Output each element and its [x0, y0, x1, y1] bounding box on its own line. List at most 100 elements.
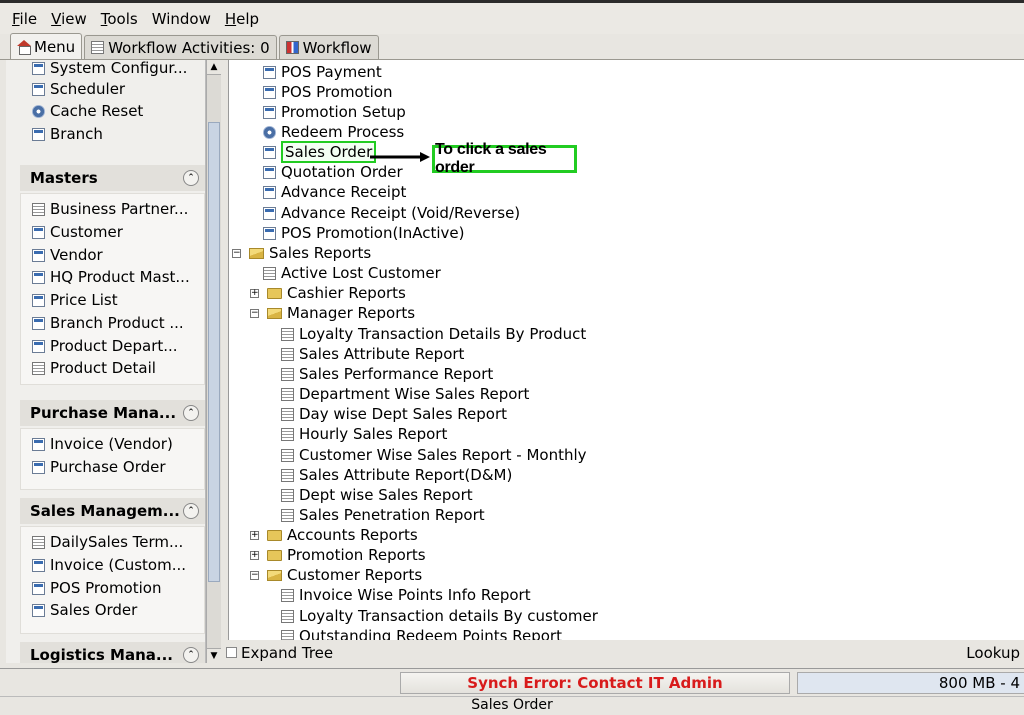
- scroll-thumb[interactable]: [208, 122, 220, 582]
- tree-item-report[interactable]: Dept wise Sales Report: [281, 485, 473, 505]
- sidebar-item-invoice-vendor[interactable]: Invoice (Vendor): [32, 433, 173, 455]
- sidebar-item-price-list[interactable]: Price List: [32, 289, 118, 311]
- lookup-label[interactable]: Lookup: [966, 644, 1020, 662]
- tree-item-label: Day wise Dept Sales Report: [299, 405, 508, 423]
- tree-item-label: POS Payment: [281, 63, 382, 81]
- collapse-toggle-icon[interactable]: −: [250, 570, 259, 580]
- tree-item-report[interactable]: Day wise Dept Sales Report: [281, 404, 507, 424]
- tree-item-quotation-order[interactable]: Quotation Order: [263, 162, 403, 182]
- tree-folder-sales-reports[interactable]: − Sales Reports: [232, 243, 371, 263]
- activities-icon: [91, 41, 105, 54]
- sidebar-item-branch-product[interactable]: Branch Product ...: [32, 312, 184, 334]
- tree-item-report[interactable]: Department Wise Sales Report: [281, 384, 529, 404]
- sidebar-item-label: Purchase Order: [50, 458, 166, 476]
- masters-header[interactable]: Masters ⌃: [20, 165, 205, 191]
- sidebar-item-purchase-order[interactable]: Purchase Order: [32, 456, 166, 478]
- expand-toggle-icon[interactable]: +: [250, 550, 259, 560]
- tree-folder-label: Cashier Reports: [287, 284, 406, 302]
- sidebar-item-cache-reset[interactable]: Cache Reset: [32, 100, 143, 122]
- tree-item-label: Sales Order: [281, 141, 377, 163]
- scroll-down-icon[interactable]: ▼: [207, 648, 221, 663]
- window-icon: [32, 127, 45, 141]
- sidebar-item-pos-promotion[interactable]: POS Promotion: [32, 577, 161, 599]
- tree-item-report[interactable]: Loyalty Transaction Details By Product: [281, 324, 586, 344]
- tree-item-advance-receipt[interactable]: Advance Receipt: [263, 182, 406, 202]
- collapse-icon[interactable]: ⌃: [183, 647, 199, 663]
- tree-item-label: POS Promotion: [281, 83, 393, 101]
- tree-item-active-lost-customer[interactable]: Active Lost Customer: [263, 263, 441, 283]
- tree-item-report[interactable]: Loyalty Transaction details By customer: [281, 606, 598, 626]
- tab-menu[interactable]: Menu: [10, 33, 83, 59]
- tree-item-pos-promotion[interactable]: POS Promotion: [263, 82, 392, 102]
- collapse-toggle-icon[interactable]: −: [250, 308, 259, 318]
- tree-folder-accounts-reports[interactable]: + Accounts Reports: [250, 525, 418, 545]
- report-icon: [281, 488, 294, 502]
- tree-item-pos-payment[interactable]: POS Payment: [263, 62, 382, 82]
- sidebar-item-label: Invoice (Custom...: [50, 556, 187, 574]
- menu-tools[interactable]: Tools: [101, 10, 138, 28]
- sync-error-button[interactable]: Synch Error: Contact IT Admin: [400, 672, 790, 694]
- sales-header[interactable]: Sales Managem... ⌃: [20, 498, 205, 524]
- expand-toggle-icon[interactable]: +: [250, 288, 259, 298]
- sidebar-item-business-partner[interactable]: Business Partner...: [32, 198, 188, 220]
- expand-toggle-icon[interactable]: +: [250, 530, 259, 540]
- sidebar-item-sales-order[interactable]: Sales Order: [32, 599, 137, 621]
- folder-open-icon: [267, 307, 282, 319]
- menu-window[interactable]: Window: [152, 10, 211, 28]
- sidebar-item-invoice-customer[interactable]: Invoice (Custom...: [32, 554, 186, 576]
- window-icon: [32, 437, 45, 451]
- tree-folder-label: Manager Reports: [287, 304, 416, 322]
- tree-item-report[interactable]: Hourly Sales Report: [281, 424, 447, 444]
- tree-item-report[interactable]: Sales Attribute Report: [281, 344, 464, 364]
- sidebar-item-scheduler[interactable]: Scheduler: [32, 78, 125, 100]
- report-icon: [281, 588, 294, 602]
- sidebar-item-product-department[interactable]: Product Depart...: [32, 335, 178, 357]
- sidebar-item-dailysales[interactable]: DailySales Term...: [32, 531, 183, 553]
- tree-folder-manager-reports[interactable]: − Manager Reports: [250, 303, 415, 323]
- scroll-up-icon[interactable]: ▲: [207, 60, 221, 75]
- sidebar-item-branch[interactable]: Branch: [32, 123, 103, 145]
- tab-workflow[interactable]: Workflow: [278, 35, 379, 59]
- memory-indicator[interactable]: 800 MB - 4: [797, 672, 1024, 694]
- sidebar-item-product-detail[interactable]: Product Detail: [32, 357, 156, 379]
- masters-title: Masters: [30, 169, 98, 187]
- collapse-toggle-icon[interactable]: −: [232, 248, 241, 258]
- menu-view[interactable]: View: [51, 10, 87, 28]
- sidebar-item-vendor[interactable]: Vendor: [32, 244, 103, 266]
- tree-item-sales-order[interactable]: Sales Order: [263, 141, 377, 163]
- checkbox-icon[interactable]: [226, 647, 237, 658]
- tree-item-pos-promotion-inactive[interactable]: POS Promotion(InActive): [263, 223, 465, 243]
- tree-item-report[interactable]: Invoice Wise Points Info Report: [281, 585, 531, 605]
- tree-item-report[interactable]: Sales Performance Report: [281, 364, 493, 384]
- report-icon: [281, 427, 294, 441]
- sidebar-item-customer[interactable]: Customer: [32, 221, 123, 243]
- sidebar-item-hq-product[interactable]: HQ Product Mast...: [32, 266, 190, 288]
- left-scrollbar[interactable]: ▲ ▼: [206, 60, 221, 663]
- tree-item-report[interactable]: Outstanding Redeem Points Report: [281, 626, 562, 640]
- report-icon: [281, 387, 294, 401]
- tree-item-report[interactable]: Customer Wise Sales Report - Monthly: [281, 445, 587, 465]
- tree-item-promotion-setup[interactable]: Promotion Setup: [263, 102, 406, 122]
- tree-item-report[interactable]: Sales Attribute Report(D&M): [281, 465, 512, 485]
- expand-tree-checkbox[interactable]: Expand Tree: [226, 644, 333, 662]
- menu-file[interactable]: File: [12, 10, 37, 28]
- window-icon: [32, 558, 45, 572]
- collapse-icon[interactable]: ⌃: [183, 170, 199, 186]
- menu-help[interactable]: Help: [225, 10, 259, 28]
- tree-folder-promotion-reports[interactable]: + Promotion Reports: [250, 545, 426, 565]
- report-icon: [263, 266, 276, 280]
- logistics-header[interactable]: Logistics Mana... ⌃: [20, 642, 205, 663]
- purchase-header[interactable]: Purchase Mana... ⌃: [20, 400, 205, 426]
- folder-icon: [267, 287, 282, 299]
- tree-folder-customer-reports[interactable]: − Customer Reports: [250, 565, 422, 585]
- sidebar-item-system-config[interactable]: System Configur...: [32, 60, 187, 79]
- tree-item-advance-receipt-void[interactable]: Advance Receipt (Void/Reverse): [263, 203, 520, 223]
- tree-item-redeem-process[interactable]: Redeem Process: [263, 122, 404, 142]
- window-icon: [263, 145, 276, 159]
- tab-workflow-activities[interactable]: Workflow Activities: 0: [84, 35, 277, 59]
- tree-folder-cashier-reports[interactable]: + Cashier Reports: [250, 283, 406, 303]
- tree-item-report[interactable]: Sales Penetration Report: [281, 505, 485, 525]
- collapse-icon[interactable]: ⌃: [183, 405, 199, 421]
- collapse-icon[interactable]: ⌃: [183, 503, 199, 519]
- sidebar-item-label: Branch Product ...: [50, 314, 184, 332]
